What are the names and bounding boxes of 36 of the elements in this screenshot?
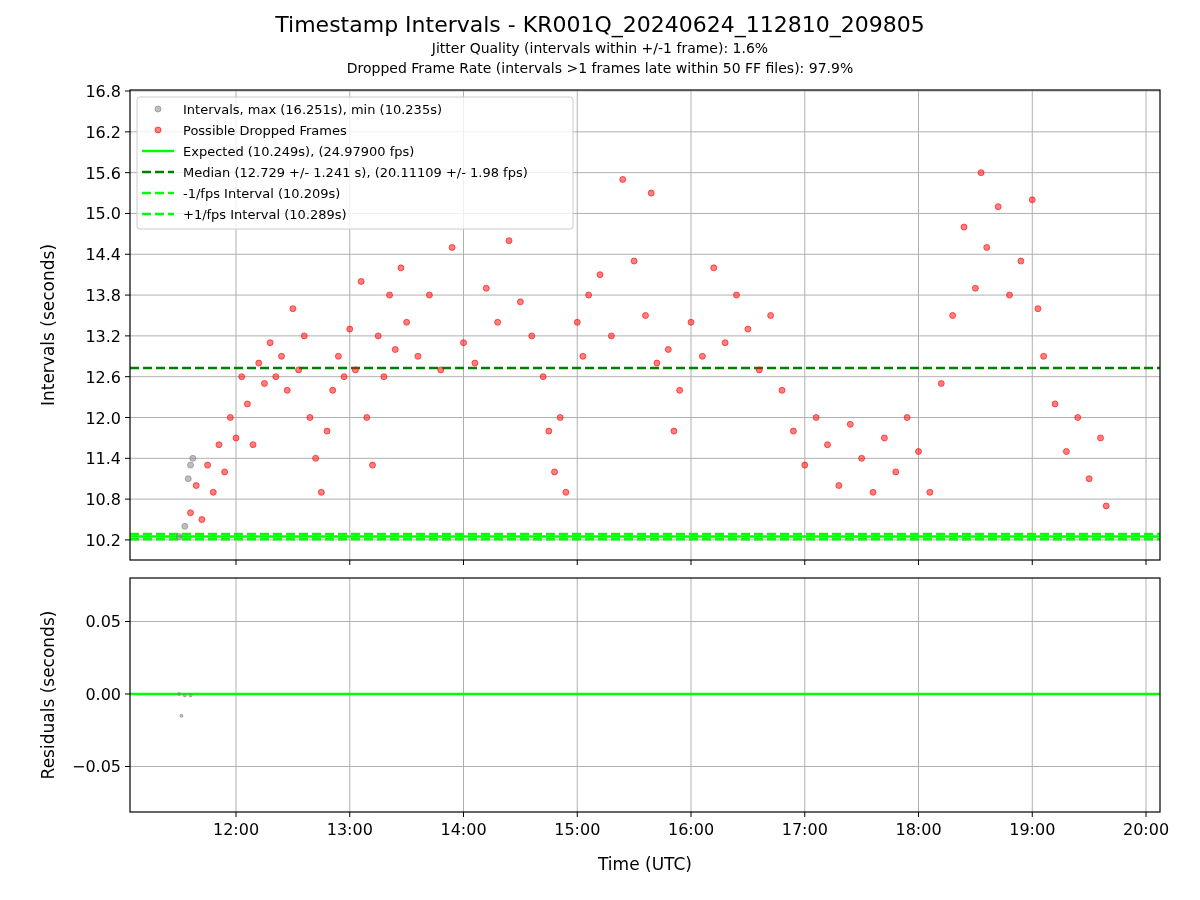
tick-label: 16:00 [667,820,715,839]
tick-label: 15.6 [85,163,121,183]
tick-label: 18:00 [895,820,942,839]
tick-label: 15.0 [85,204,121,224]
tick-label: 13.2 [85,326,121,346]
legend-label: Possible Dropped Frames [183,122,347,138]
tick-label: 17:00 [781,820,828,839]
tick-label: 16.2 [85,122,121,142]
tick-label: 10.2 [85,530,121,550]
figure-subtitle: Jitter Quality (intervals within +/-1 frame): 1.6% [431,39,769,58]
tick-label: 13:00 [326,820,373,839]
tick-label: 13.8 [85,286,121,306]
axis-label: Residuals (seconds) [38,610,58,780]
legend-label: -1/fps Interval (10.209s) [183,185,341,201]
tick-label: 10.8 [85,490,121,510]
legend-label: Expected (10.249s), (24.97900 fps) [183,143,415,159]
tick-label: 16.8 [85,82,121,101]
tick-label: 19:00 [1009,820,1056,839]
axis-label: Intervals (seconds) [38,243,58,407]
tick-label: 14:00 [440,820,487,839]
axis-label: Time (UTC) [598,854,692,874]
tick-label: −0.05 [71,757,121,777]
legend-label: Intervals, max (16.251s), min (10.235s) [183,101,442,117]
legend-label: +1/fps Interval (10.289s) [183,206,347,222]
tick-label: 0.00 [85,685,121,704]
tick-label: 20:00 [1122,820,1170,839]
tick-label: 14.4 [85,245,121,265]
tick-label: 12.0 [85,408,121,428]
tick-label: 0.05 [85,612,121,632]
tick-label: 15:00 [554,820,601,839]
tick-label: 12:00 [212,820,260,839]
tick-label: 12.6 [85,367,121,387]
tick-label: 11.4 [85,449,121,469]
figure-subtitle: Dropped Frame Rate (intervals >1 frames late within 50 FF files): 97.9% [346,59,854,78]
figure-title: Timestamp Intervals - KR001Q_20240624_112810_209805 [275,12,925,38]
legend-label: Median (12.729 +/- 1.241 s), (20.11109 +/- 1.98 fps) [183,164,528,180]
